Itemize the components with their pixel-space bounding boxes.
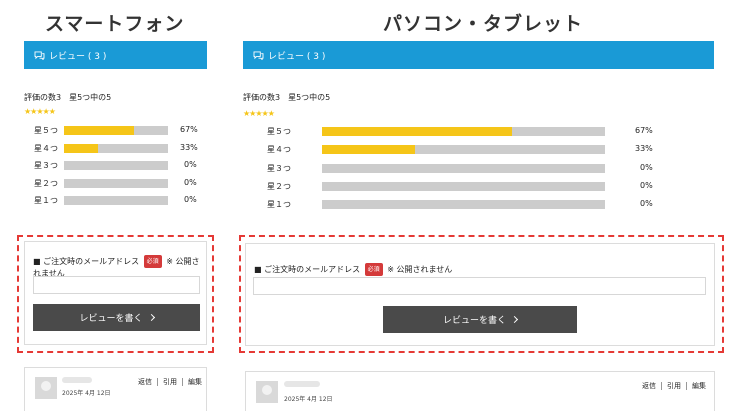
- review-actions: 返信 引用 編集: [642, 381, 706, 391]
- rating-row: 星４つ 33%: [0, 144, 714, 154]
- rating-percent: 0%: [640, 199, 653, 208]
- review-actions: 返信 引用 編集: [138, 377, 202, 387]
- desktop-column-title: パソコン・タブレット: [383, 13, 584, 35]
- rating-label: 星２つ: [267, 182, 291, 191]
- reviews-header-label: レビュー ( 3 ): [268, 51, 326, 62]
- rating-bar: [322, 164, 605, 173]
- required-badge: 必須: [364, 263, 383, 276]
- rating-row: 星３つ 0%: [0, 163, 714, 173]
- mobile-column-title: スマートフォン: [45, 13, 185, 35]
- rating-bar: [322, 182, 605, 191]
- write-review-label: レビューを書く: [442, 316, 506, 326]
- rating-row: 星２つ 0%: [0, 181, 714, 191]
- chevron-right-icon: [147, 313, 155, 322]
- email-note: ※ 公開されません: [387, 265, 453, 274]
- avatar: [256, 381, 278, 403]
- reply-link[interactable]: 返信: [642, 381, 656, 391]
- reviews-header[interactable]: レビュー ( 3 ): [24, 41, 207, 69]
- review-form: ■ ご注文時のメールアドレス 必須 ※ 公開されません レビューを書く: [245, 243, 715, 346]
- edit-link[interactable]: 編集: [188, 377, 202, 387]
- reviews-header[interactable]: レビュー ( 3 ): [243, 41, 714, 69]
- chat-bubbles-icon: [253, 50, 264, 60]
- reply-link[interactable]: 返信: [138, 377, 152, 387]
- rating-summary: 評価の数3 星5つ中の5: [243, 93, 331, 102]
- rating-percent: 33%: [635, 144, 653, 153]
- rating-bar: [322, 127, 605, 136]
- email-label-text: ■ ご注文時のメールアドレス: [33, 257, 140, 266]
- rating-bar-fill: [322, 127, 512, 136]
- rating-bar-fill: [322, 145, 416, 154]
- rating-percent: 0%: [640, 181, 653, 190]
- quote-link[interactable]: 引用: [667, 381, 681, 391]
- reviewer-name-blurred: [284, 381, 320, 387]
- review-date: 2025年 4月 12日: [62, 390, 111, 397]
- required-badge: 必須: [143, 255, 162, 268]
- email-input[interactable]: [33, 276, 200, 294]
- review-card: 2025年 4月 12日 返信 引用 編集: [24, 367, 207, 411]
- review-card: 2025年 4月 12日 返信 引用 編集: [245, 371, 715, 411]
- rating-label: 星３つ: [267, 164, 291, 173]
- rating-label: 星１つ: [267, 200, 291, 209]
- reviews-header-label: レビュー ( 3 ): [49, 51, 107, 62]
- edit-link[interactable]: 編集: [692, 381, 706, 391]
- write-review-label: レビューを書く: [79, 314, 143, 324]
- write-review-button[interactable]: レビューを書く: [383, 306, 577, 333]
- star-rating-icon: ★★★★★: [243, 109, 275, 118]
- reviewer-name-blurred: [62, 377, 92, 383]
- avatar: [35, 377, 57, 399]
- rating-row: 星１つ 0%: [0, 199, 714, 209]
- quote-link[interactable]: 引用: [163, 377, 177, 387]
- write-review-button[interactable]: レビューを書く: [33, 304, 200, 331]
- email-label-text: ■ ご注文時のメールアドレス: [254, 265, 361, 274]
- chevron-right-icon: [510, 315, 519, 324]
- rating-label: 星４つ: [267, 145, 291, 154]
- email-label: ■ ご注文時のメールアドレス 必須 ※ 公開されません: [254, 263, 704, 276]
- rating-bar: [322, 200, 605, 209]
- rating-percent: 0%: [640, 163, 653, 172]
- chat-bubbles-icon: [34, 50, 45, 60]
- rating-row: 星５つ 67%: [0, 126, 714, 136]
- rating-bar: [322, 145, 605, 154]
- review-form: ■ ご注文時のメールアドレス 必須 ※ 公開されません レビューを書く: [24, 241, 207, 345]
- review-date: 2025年 4月 12日: [284, 396, 333, 403]
- star-rating-icon: ★★★★★: [24, 107, 56, 116]
- rating-summary: 評価の数3 星5つ中の5: [24, 93, 112, 102]
- rating-label: 星５つ: [267, 127, 291, 136]
- rating-percent: 67%: [635, 126, 653, 135]
- email-input[interactable]: [253, 277, 706, 295]
